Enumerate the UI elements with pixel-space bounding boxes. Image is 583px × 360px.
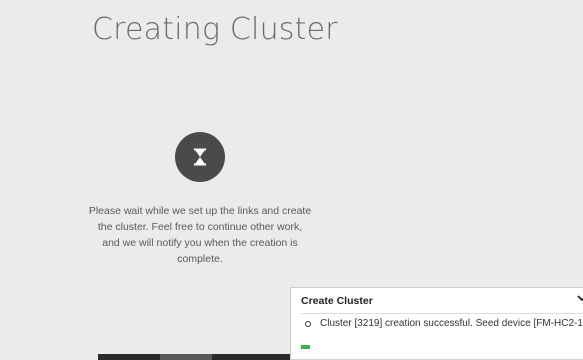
wait-message: Please wait while we set up the links an… [88, 205, 312, 265]
page-title: Creating Cluster [92, 12, 338, 47]
collapse-toggle-button[interactable] [575, 291, 583, 305]
chevron-down-icon [577, 289, 583, 307]
hourglass-icon [193, 148, 207, 166]
progress-fill [301, 345, 310, 349]
notification-divider [301, 313, 583, 314]
progress-bar [301, 345, 583, 349]
notification-panel: Create Cluster Cluster [3219] creation s… [290, 287, 583, 360]
status-badge [175, 132, 225, 182]
bullet-icon [305, 320, 311, 327]
notification-title: Create Cluster [301, 295, 373, 307]
page: Creating Cluster Please wait while we se… [0, 0, 583, 360]
notification-item-text: Cluster [3219] creation successful. Seed… [320, 318, 583, 329]
taskbar-highlight [160, 354, 212, 360]
notification-item: Cluster [3219] creation successful. Seed… [305, 318, 583, 329]
